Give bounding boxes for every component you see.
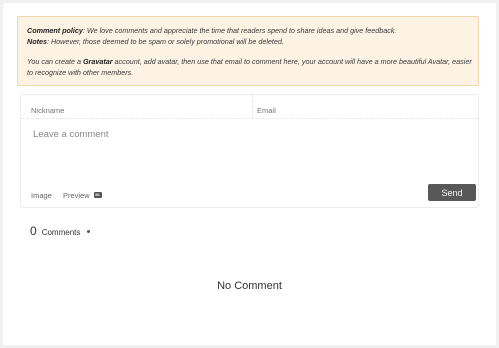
comment-policy-notice: Comment policy: We love comments and app… <box>17 16 479 86</box>
gravatar-line: You can create a Gravatar account, add a… <box>27 57 478 78</box>
notes-title: Notes <box>27 36 47 46</box>
comment-count: 0 <box>30 224 37 238</box>
gravatar-link[interactable]: Gravatar <box>83 57 113 66</box>
comment-placeholder: Leave a comment <box>33 129 109 140</box>
notes-text: : However, those deemed to be spam or so… <box>46 36 284 46</box>
preview-button[interactable]: Preview <box>63 191 90 200</box>
gravatar-pre-text: You can create a <box>27 57 83 66</box>
notes-line: Notes: However, those deemed to be spam … <box>27 37 478 48</box>
sort-dot-icon[interactable] <box>87 230 91 233</box>
nickname-input[interactable] <box>21 95 252 118</box>
email-input[interactable] <box>252 95 478 118</box>
image-button[interactable]: Image <box>31 191 52 200</box>
notice-spacer <box>27 47 478 57</box>
no-comment-message: No Comment <box>217 280 282 292</box>
comment-count-label: Comments <box>41 228 81 237</box>
markdown-icon[interactable]: M↓ <box>94 192 102 198</box>
policy-text: : We love comments and appreciate the ti… <box>82 26 397 35</box>
comment-textarea[interactable]: Leave a comment <box>21 120 478 180</box>
policy-line: Comment policy: We love comments and app… <box>27 26 478 37</box>
comment-inputs-row <box>21 95 478 119</box>
comment-toolbar: Image Preview M↓ Send <box>21 184 478 207</box>
comment-form: Leave a comment Image Preview M↓ Send <box>20 94 479 208</box>
comment-count-row: 0 Comments <box>30 224 91 238</box>
policy-title: Comment policy <box>27 26 83 35</box>
send-button[interactable]: Send <box>428 184 476 201</box>
